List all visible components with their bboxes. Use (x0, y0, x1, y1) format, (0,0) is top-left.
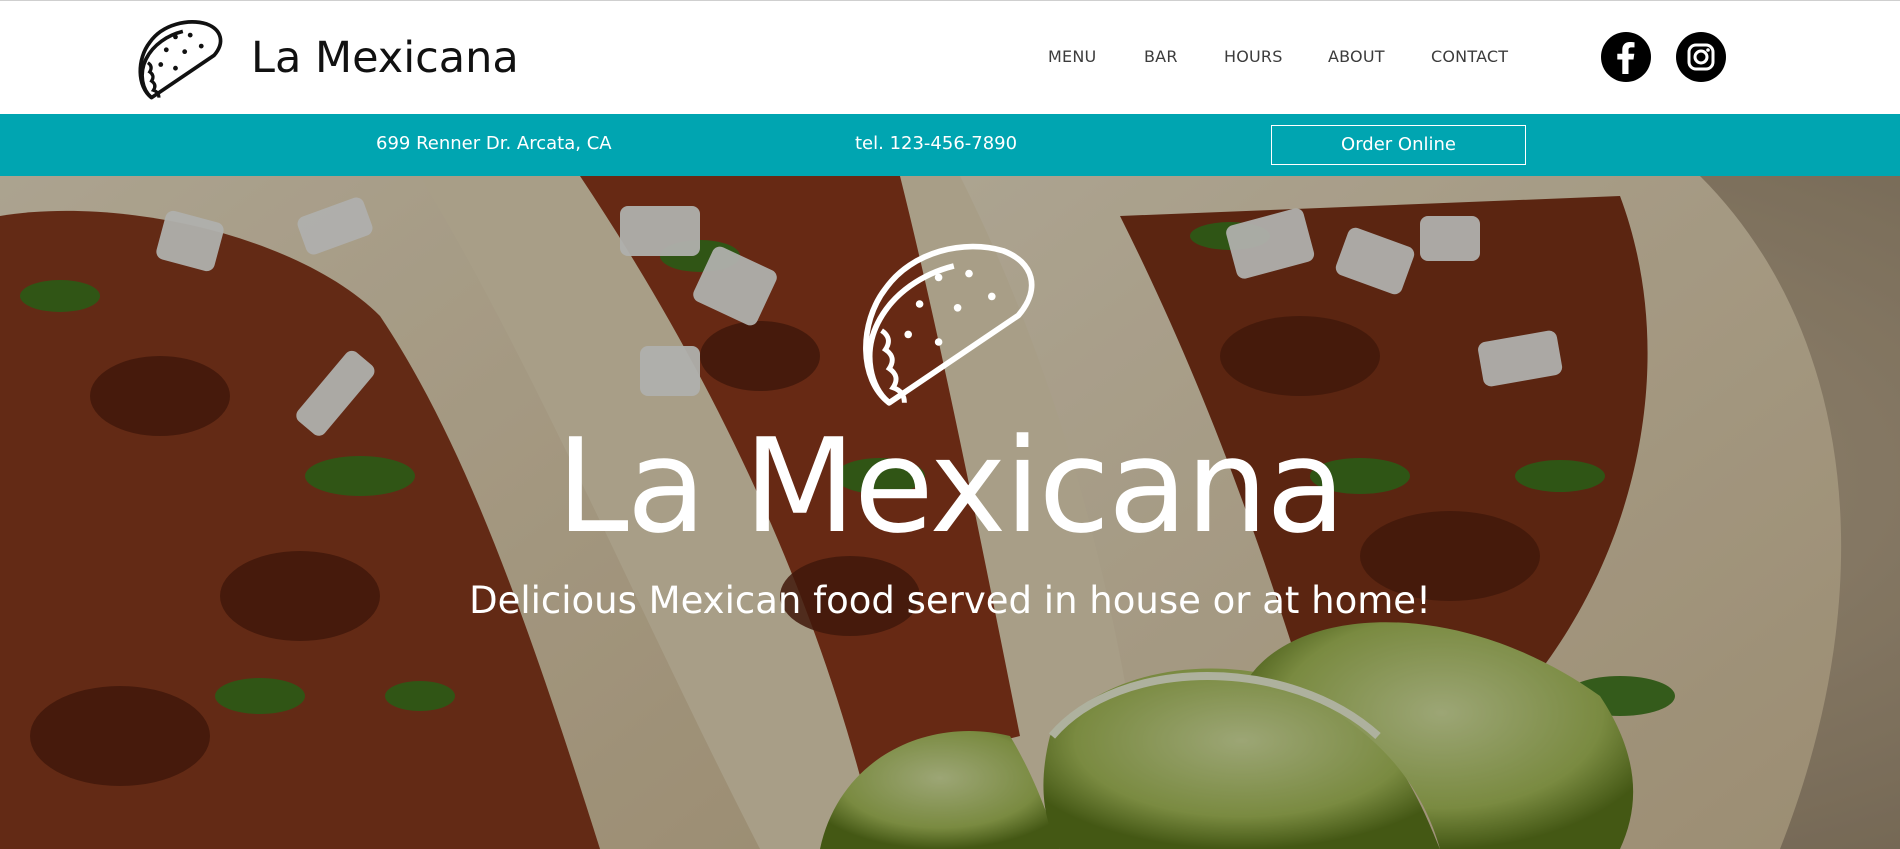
address-text: 699 Renner Dr. Arcata, CA (376, 133, 612, 154)
brand-name[interactable]: La Mexicana (251, 29, 519, 87)
facebook-icon[interactable] (1601, 32, 1651, 82)
hero-section: La Mexicana Delicious Mexican food serve… (0, 176, 1900, 849)
phone-text[interactable]: tel. 123-456-7890 (855, 133, 1017, 155)
nav-item-bar[interactable]: BAR (1144, 47, 1178, 67)
info-bar: 699 Renner Dr. Arcata, CA tel. 123-456-7… (0, 114, 1900, 176)
nav-item-about[interactable]: ABOUT (1328, 47, 1385, 67)
nav-item-hours[interactable]: HOURS (1224, 47, 1283, 67)
instagram-icon[interactable] (1676, 32, 1726, 82)
hero-tagline: Delicious Mexican food served in house o… (469, 579, 1431, 622)
hero-title: La Mexicana (556, 410, 1346, 562)
site-header: La Mexicana MENU BAR HOURS ABOUT CONTACT (0, 0, 1900, 114)
nav-item-menu[interactable]: MENU (1048, 47, 1096, 67)
taco-icon (863, 243, 1035, 406)
nav-item-contact[interactable]: CONTACT (1431, 47, 1508, 67)
order-online-button[interactable]: Order Online (1271, 125, 1526, 165)
taco-icon[interactable] (134, 13, 228, 105)
